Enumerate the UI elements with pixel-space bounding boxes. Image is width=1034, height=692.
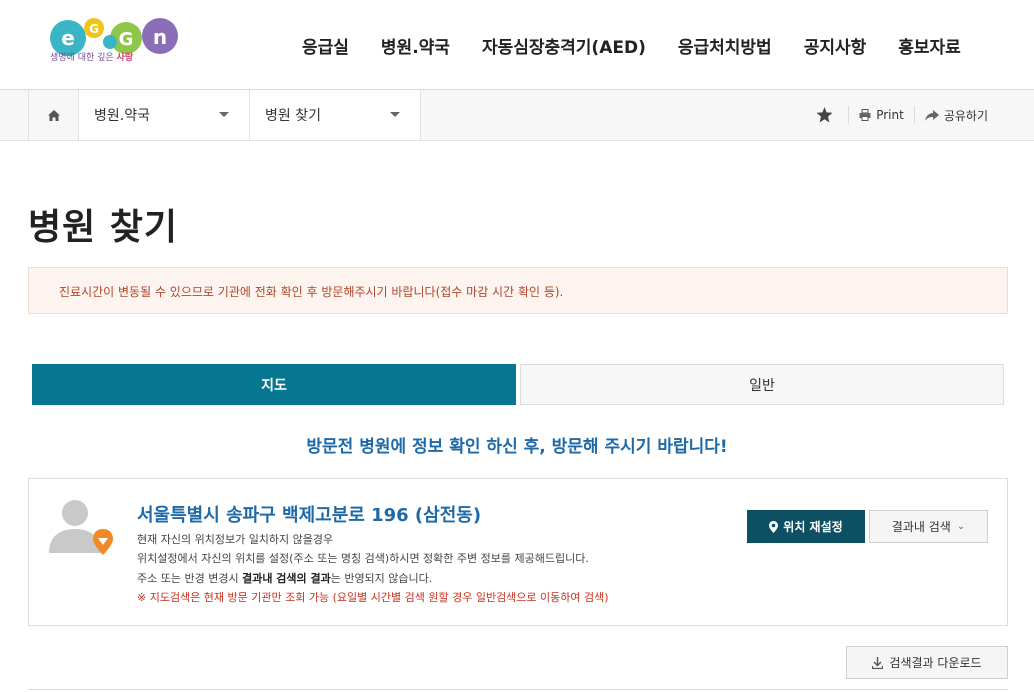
breadcrumb-bar: 병원.약국 병원 찾기 Print 공유하기 (0, 90, 1034, 141)
main-nav: 응급실 병원.약국 자동심장충격기(AED) 응급처치방법 공지사항 홍보자료 (286, 33, 977, 58)
nav-item-notice[interactable]: 공지사항 (804, 33, 867, 58)
location-warning: ※ 지도검색은 현재 방문 기관만 조회 가능 (요일별 시간별 검색 원할 경… (137, 591, 609, 604)
svg-text:G: G (119, 29, 134, 50)
share-button[interactable]: 공유하기 (913, 106, 998, 124)
home-button[interactable] (28, 90, 79, 140)
download-results-button[interactable]: 검색결과 다운로드 (846, 646, 1008, 679)
location-desc-line1: 현재 자신의 위치정보가 일치하지 않을경우 (137, 533, 334, 546)
location-desc-line3: 주소 또는 반경 변경시 결과내 검색의 결과는 반영되지 않습니다. (137, 572, 433, 585)
breadcrumb-level2-label: 병원 찾기 (265, 108, 321, 124)
reset-location-button[interactable]: 위치 재설정 (747, 510, 865, 543)
tab-general-label: 일반 (749, 377, 775, 394)
home-icon (47, 109, 60, 121)
nav-item-promotion[interactable]: 홍보자료 (898, 33, 961, 58)
notice-banner: 진료시간이 변동될 수 있으므로 기관에 전화 확인 후 방문해주시기 바랍니다… (28, 267, 1008, 314)
avatar (49, 497, 115, 561)
notice-text: 진료시간이 변동될 수 있으므로 기관에 전화 확인 후 방문해주시기 바랍니다… (59, 285, 564, 299)
bookmark-button[interactable] (806, 106, 848, 124)
star-icon (816, 107, 833, 123)
logo-tagline: 생명에 대한 깊은 사랑 (50, 53, 134, 63)
map-pin-icon (769, 520, 779, 533)
caret-down-icon (390, 112, 400, 117)
site-logo[interactable]: e G G n (46, 14, 186, 80)
breadcrumb-select-level2[interactable]: 병원 찾기 (250, 90, 421, 140)
svg-text:G: G (89, 22, 99, 36)
nav-item-hospital-pharmacy[interactable]: 병원.약국 (381, 33, 450, 58)
chevron-down-icon: ⌄ (956, 521, 966, 532)
nav-item-aed[interactable]: 자동심장충격기(AED) (482, 33, 646, 58)
search-within-results-button[interactable]: 결과내 검색 ⌄ (869, 510, 988, 543)
location-desc-emphasis: 결과내 검색의 결과 (242, 572, 331, 585)
reset-location-label: 위치 재설정 (783, 520, 843, 534)
download-icon (872, 656, 884, 669)
breadcrumb-select-level1[interactable]: 병원.약국 (79, 90, 250, 140)
tab-map[interactable]: 지도 (32, 364, 516, 405)
location-desc-line2: 위치설정에서 자신의 위치를 설정(주소 또는 명칭 검색)하시면 정확한 주변… (137, 552, 589, 565)
caret-down-icon (219, 112, 229, 117)
breadcrumb-level1-label: 병원.약국 (94, 108, 150, 124)
current-address: 서울특별시 송파구 백제고분로 196 (삼전동) (137, 505, 482, 526)
tab-general[interactable]: 일반 (520, 364, 1004, 405)
share-label: 공유하기 (943, 108, 988, 123)
svg-text:e: e (61, 26, 75, 50)
page-tools: Print 공유하기 (806, 90, 998, 140)
guide-message: 방문전 병원에 정보 확인 하신 후, 방문해 주시기 바랍니다! (306, 437, 728, 457)
location-panel: 서울특별시 송파구 백제고분로 196 (삼전동) 현재 자신의 위치정보가 일… (28, 478, 1008, 626)
print-button[interactable]: Print (848, 106, 914, 124)
nav-item-er[interactable]: 응급실 (302, 33, 349, 58)
nav-item-first-aid[interactable]: 응급처치방법 (678, 33, 772, 58)
page-title: 병원 찾기 (28, 207, 179, 248)
download-results-label: 검색결과 다운로드 (889, 656, 982, 670)
svg-text:n: n (153, 25, 167, 49)
search-within-results-label: 결과내 검색 (891, 520, 951, 534)
tab-map-label: 지도 (261, 377, 287, 394)
divider (28, 689, 1008, 690)
share-icon (924, 109, 939, 121)
printer-icon (859, 109, 871, 121)
print-label: Print (876, 108, 904, 122)
user-location-icon (49, 500, 113, 555)
site-header: e G G n 생명에 대한 깊은 사랑 응급실 병원.약국 자동심장충격기(A… (0, 0, 1034, 90)
